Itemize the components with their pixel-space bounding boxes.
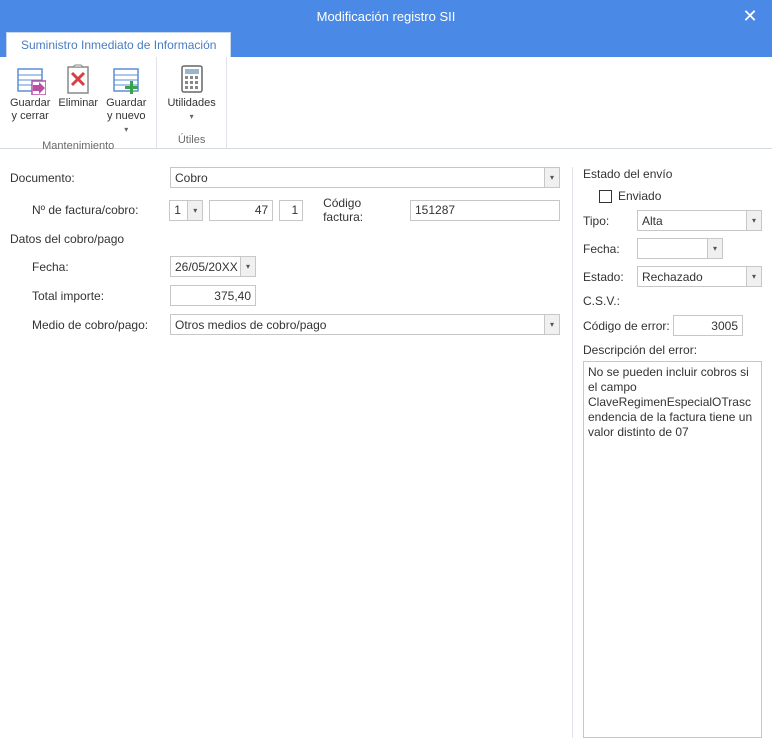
csv-label: C.S.V.: — [583, 294, 637, 308]
save-new-icon — [110, 63, 142, 95]
estado-label: Estado: — [583, 270, 637, 284]
enviado-label: Enviado — [618, 189, 661, 203]
ribbon-tab-sii[interactable]: Suministro Inmediato de Información — [6, 32, 231, 57]
desc-error-label: Descripción del error: — [583, 343, 762, 357]
ribbon-group-utiles: Utilidades ▾ Útiles — [157, 57, 226, 148]
codigo-factura-input[interactable] — [410, 200, 560, 221]
medio-combo[interactable] — [170, 314, 560, 335]
envio-fecha-label: Fecha: — [583, 242, 637, 256]
save-close-icon — [14, 63, 46, 95]
total-importe-input[interactable] — [170, 285, 256, 306]
total-label: Total importe: — [10, 289, 170, 303]
codigo-error-label: Código de error: — [583, 319, 673, 333]
dropdown-icon[interactable]: ▾ — [544, 168, 559, 187]
medio-label: Medio de cobro/pago: — [10, 318, 170, 332]
numero-num-input[interactable] — [209, 200, 273, 221]
right-pane: Estado del envío Enviado Tipo: ▾ Fecha: … — [572, 167, 762, 738]
documento-combo[interactable] — [170, 167, 560, 188]
close-icon[interactable]: ✕ — [738, 4, 762, 28]
codigo-error-input[interactable] — [673, 315, 743, 336]
dropdown-icon[interactable]: ▾ — [746, 267, 761, 286]
dropdown-icon[interactable]: ▾ — [187, 201, 202, 220]
eliminar-button[interactable]: Eliminar — [54, 61, 102, 138]
guardar-y-cerrar-button[interactable]: Guardar y cerrar — [6, 61, 54, 138]
dropdown-icon[interactable]: ▾ — [746, 211, 761, 230]
delete-icon — [62, 63, 94, 95]
guardar-y-nuevo-button[interactable]: Guardar y nuevo ▾ — [102, 61, 150, 138]
ribbon: Guardar y cerrar Eliminar — [0, 57, 772, 149]
titlebar: Modificación registro SII ✕ — [0, 0, 772, 32]
ribbon-tabbar: Suministro Inmediato de Información — [0, 32, 772, 57]
chevron-down-icon: ▾ — [190, 110, 194, 123]
calendar-dropdown-icon[interactable]: ▾ — [707, 239, 722, 258]
dropdown-icon[interactable]: ▾ — [544, 315, 559, 334]
left-pane: Documento: ▾ Nº de factura/cobro: ▾ Códi… — [10, 167, 572, 738]
ribbon-group-label-utiles: Útiles — [178, 132, 206, 146]
ribbon-group-mantenimiento: Guardar y cerrar Eliminar — [0, 57, 157, 148]
enviado-checkbox[interactable] — [599, 190, 612, 203]
estado-envio-header: Estado del envío — [583, 167, 762, 181]
estado-combo[interactable] — [637, 266, 762, 287]
window-title: Modificación registro SII — [317, 9, 456, 24]
calendar-dropdown-icon[interactable]: ▾ — [240, 257, 255, 276]
documento-label: Documento: — [10, 171, 170, 185]
chevron-down-icon: ▾ — [124, 123, 128, 136]
codigo-factura-label: Código factura: — [323, 196, 404, 224]
fecha-label: Fecha: — [10, 260, 170, 274]
numero-sub-input[interactable] — [279, 200, 303, 221]
utilidades-button[interactable]: Utilidades ▾ — [163, 61, 219, 132]
numero-label: Nº de factura/cobro: — [10, 203, 169, 217]
ribbon-group-label-mantenimiento: Mantenimiento — [42, 138, 114, 152]
datos-section-header: Datos del cobro/pago — [10, 232, 560, 246]
tipo-combo[interactable] — [637, 210, 762, 231]
calculator-icon — [176, 63, 208, 95]
tipo-label: Tipo: — [583, 214, 637, 228]
desc-error-textarea[interactable] — [583, 361, 762, 738]
